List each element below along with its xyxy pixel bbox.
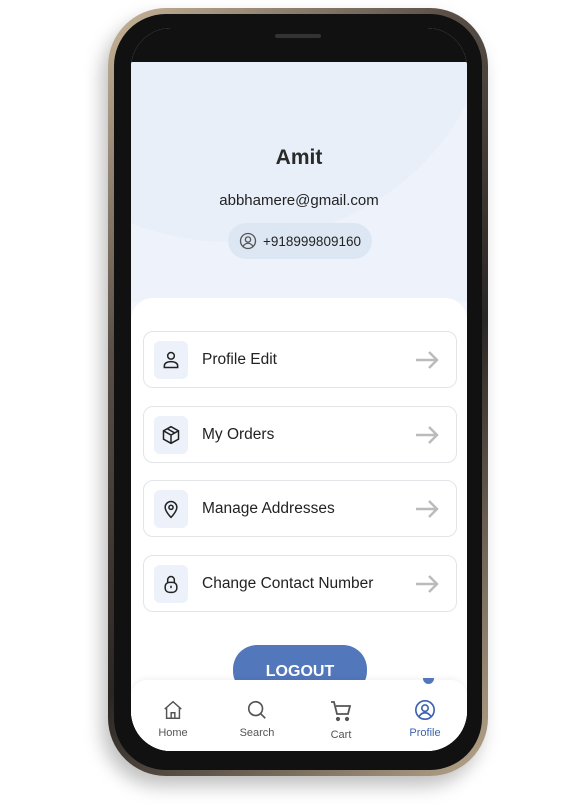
menu-item-label: Profile Edit: [202, 350, 277, 368]
screen: Amit abbhamere@gmail.com +918999809160 P…: [131, 28, 467, 751]
nav-search[interactable]: Search: [215, 680, 299, 751]
box-icon: [162, 425, 180, 444]
arrow-right-icon: [416, 499, 439, 518]
nav-home[interactable]: Home: [131, 680, 215, 751]
nav-cart[interactable]: Cart: [299, 680, 383, 751]
menu-item-change-contact[interactable]: Change Contact Number: [143, 555, 457, 612]
menu-item-label: Manage Addresses: [202, 499, 335, 517]
nav-label: Home: [158, 727, 188, 739]
user-phone: +918999809160: [263, 233, 361, 249]
search-icon: [247, 700, 266, 719]
lock-icon: [164, 575, 178, 593]
user-circle-icon: [239, 232, 257, 250]
user-icon: [163, 351, 179, 368]
user-email: abbhamere@gmail.com: [219, 192, 379, 209]
profile-header: [131, 62, 467, 302]
nav-label: Cart: [330, 729, 352, 741]
user-name: Amit: [275, 146, 323, 169]
menu-item-profile-edit[interactable]: Profile Edit: [143, 331, 457, 388]
menu-item-label: Change Contact Number: [202, 574, 374, 592]
bottom-nav: Home Search Cart Profile: [131, 678, 467, 751]
nav-label: Profile: [409, 727, 441, 739]
phone-badge: +918999809160: [228, 223, 372, 259]
arrow-right-icon: [416, 425, 439, 444]
nav-label: Search: [239, 727, 275, 739]
nav-profile[interactable]: Profile: [383, 680, 467, 751]
arrow-right-icon: [416, 574, 439, 593]
location-pin-icon: [164, 500, 178, 518]
notch: [203, 28, 393, 54]
menu-item-manage-addresses[interactable]: Manage Addresses: [143, 480, 457, 537]
cart-icon: [331, 701, 352, 722]
home-icon: [164, 700, 182, 719]
arrow-right-icon: [416, 350, 439, 369]
menu-item-label: My Orders: [202, 425, 275, 443]
profile-icon: [415, 700, 435, 720]
menu-item-my-orders[interactable]: My Orders: [143, 406, 457, 463]
